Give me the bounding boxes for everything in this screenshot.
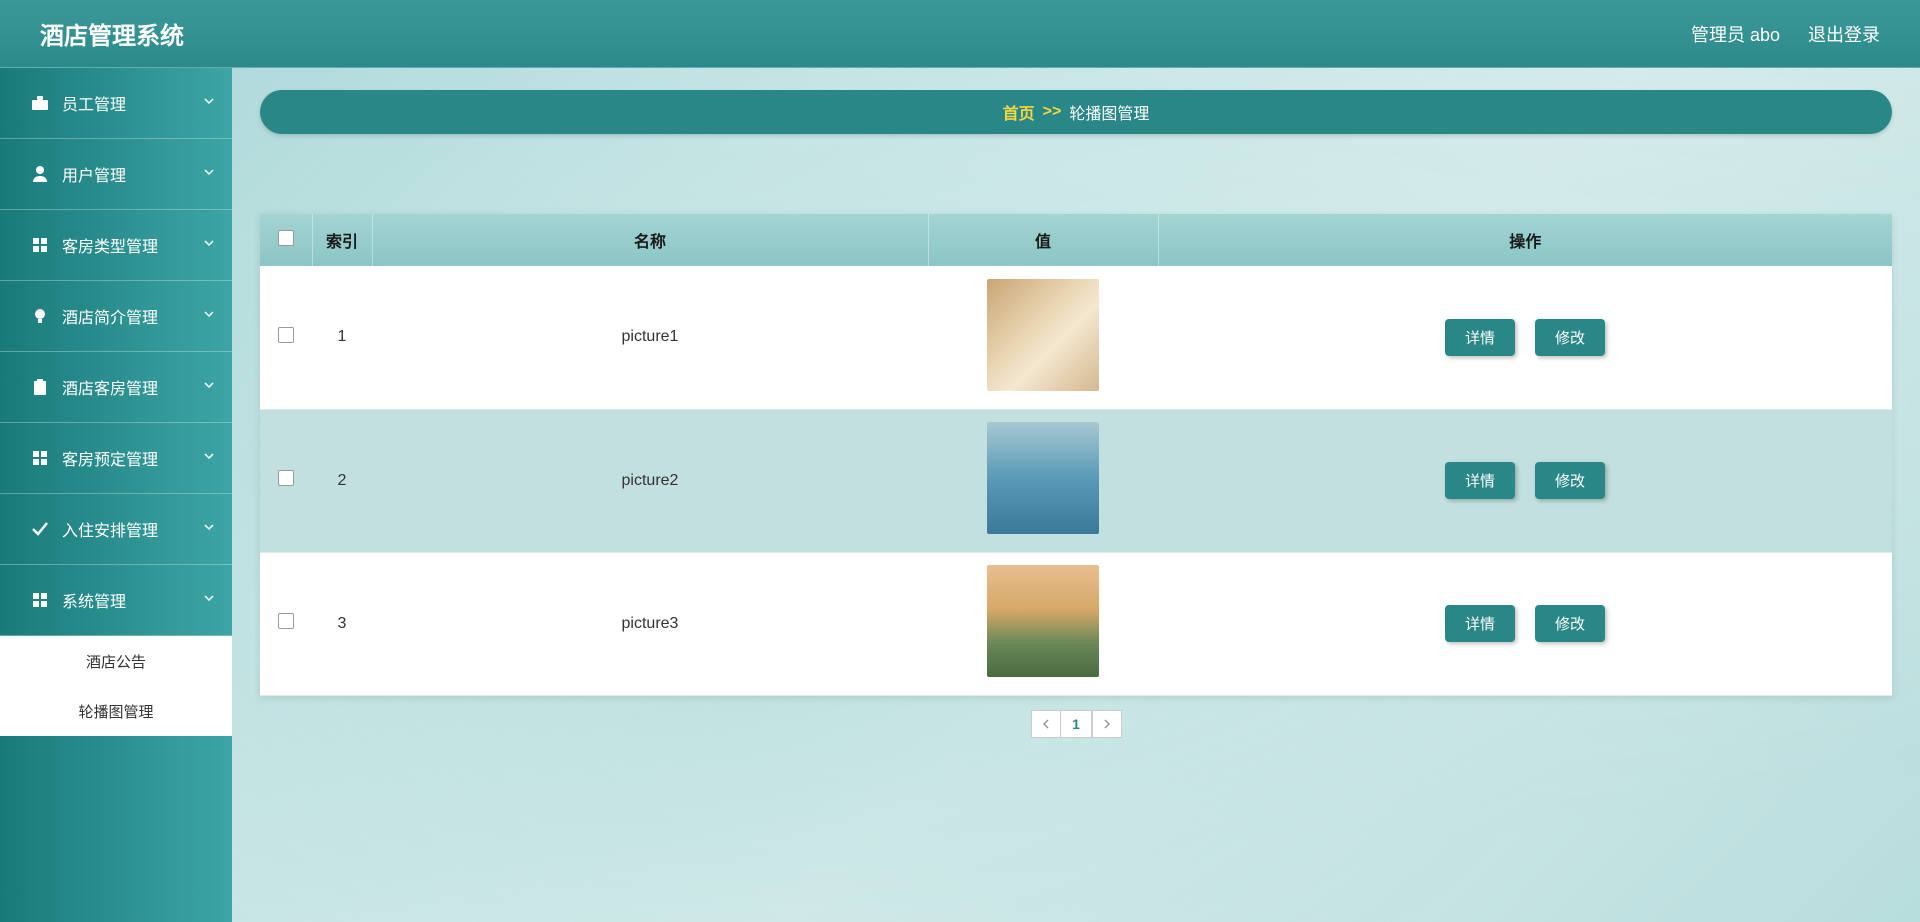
- thumbnail-image: [987, 565, 1099, 677]
- submenu-item-notice[interactable]: 酒店公告: [0, 636, 232, 686]
- edit-button[interactable]: 修改: [1535, 462, 1605, 499]
- sidebar-item-booking[interactable]: 客房预定管理: [0, 423, 232, 494]
- sidebar-item-hotel-room[interactable]: 酒店客房管理: [0, 352, 232, 423]
- sidebar-item-hotel-intro[interactable]: 酒店简介管理: [0, 281, 232, 352]
- breadcrumb-current: 轮播图管理: [1069, 100, 1149, 124]
- submenu-item-carousel[interactable]: 轮播图管理: [0, 686, 232, 736]
- check-icon: [32, 521, 48, 537]
- sidebar-item-label: 酒店简介管理: [62, 304, 158, 328]
- cell-name: picture1: [372, 266, 928, 409]
- header-checkbox-cell: [260, 214, 312, 266]
- page-number[interactable]: 1: [1060, 710, 1092, 738]
- sidebar-item-label: 客房类型管理: [62, 233, 158, 257]
- briefcase-icon: [32, 95, 48, 111]
- main-content: 首页 >> 轮播图管理 索引 名称 值 操作: [232, 68, 1920, 922]
- thumbnail-image: [987, 422, 1099, 534]
- chevron-down-icon: [204, 524, 214, 534]
- breadcrumb-home[interactable]: 首页: [1003, 100, 1035, 124]
- chevron-down-icon: [204, 240, 214, 250]
- page-next-button[interactable]: [1092, 710, 1122, 738]
- edit-button[interactable]: 修改: [1535, 605, 1605, 642]
- sidebar-item-room-type[interactable]: 客房类型管理: [0, 210, 232, 281]
- cell-index: 1: [312, 266, 372, 409]
- logout-link[interactable]: 退出登录: [1808, 21, 1880, 47]
- header-value: 值: [928, 214, 1158, 266]
- sidebar-item-system[interactable]: 系统管理: [0, 565, 232, 636]
- chevron-down-icon: [204, 169, 214, 179]
- detail-button[interactable]: 详情: [1445, 462, 1515, 499]
- cell-index: 3: [312, 552, 372, 695]
- sidebar-item-users[interactable]: 用户管理: [0, 139, 232, 210]
- sidebar-item-label: 员工管理: [62, 91, 126, 115]
- detail-button[interactable]: 详情: [1445, 319, 1515, 356]
- chevron-down-icon: [204, 453, 214, 463]
- sidebar-item-label: 用户管理: [62, 162, 126, 186]
- cell-name: picture2: [372, 409, 928, 552]
- chevron-down-icon: [204, 98, 214, 108]
- user-label[interactable]: 管理员 abo: [1691, 21, 1780, 47]
- row-checkbox[interactable]: [278, 613, 294, 629]
- sidebar-item-checkin[interactable]: 入住安排管理: [0, 494, 232, 565]
- edit-button[interactable]: 修改: [1535, 319, 1605, 356]
- cell-index: 2: [312, 409, 372, 552]
- header-index: 索引: [312, 214, 372, 266]
- chevron-down-icon: [204, 382, 214, 392]
- user-icon: [32, 166, 48, 182]
- select-all-checkbox[interactable]: [278, 230, 294, 246]
- pagination: 1: [260, 710, 1892, 738]
- grid-icon: [32, 592, 48, 608]
- header-right: 管理员 abo 退出登录: [1691, 21, 1880, 47]
- table-row: 1 picture1 详情 修改: [260, 266, 1892, 409]
- table-row: 2 picture2 详情 修改: [260, 409, 1892, 552]
- row-checkbox[interactable]: [278, 470, 294, 486]
- sidebar-item-label: 酒店客房管理: [62, 375, 158, 399]
- bulb-icon: [32, 308, 48, 324]
- chevron-down-icon: [204, 311, 214, 321]
- detail-button[interactable]: 详情: [1445, 605, 1515, 642]
- thumbnail-image: [987, 279, 1099, 391]
- grid-icon: [32, 237, 48, 253]
- sidebar-item-label: 客房预定管理: [62, 446, 158, 470]
- sidebar-item-label: 系统管理: [62, 588, 126, 612]
- header: 酒店管理系统 管理员 abo 退出登录: [0, 0, 1920, 68]
- cell-name: picture3: [372, 552, 928, 695]
- data-table: 索引 名称 值 操作 1 picture1 详情: [260, 214, 1892, 696]
- breadcrumb-separator: >>: [1043, 103, 1062, 121]
- table-row: 3 picture3 详情 修改: [260, 552, 1892, 695]
- table-header-row: 索引 名称 值 操作: [260, 214, 1892, 266]
- sidebar-item-label: 入住安排管理: [62, 517, 158, 541]
- chevron-down-icon: [204, 595, 214, 605]
- header-action: 操作: [1158, 214, 1892, 266]
- page-prev-button[interactable]: [1031, 710, 1061, 738]
- breadcrumb: 首页 >> 轮播图管理: [260, 90, 1892, 134]
- sidebar-item-staff[interactable]: 员工管理: [0, 68, 232, 139]
- sidebar: 员工管理 用户管理 客房类型管理: [0, 68, 232, 922]
- header-name: 名称: [372, 214, 928, 266]
- grid-icon: [32, 450, 48, 466]
- row-checkbox[interactable]: [278, 327, 294, 343]
- clipboard-icon: [32, 379, 48, 395]
- submenu: 酒店公告 轮播图管理: [0, 636, 232, 736]
- app-title: 酒店管理系统: [40, 16, 184, 51]
